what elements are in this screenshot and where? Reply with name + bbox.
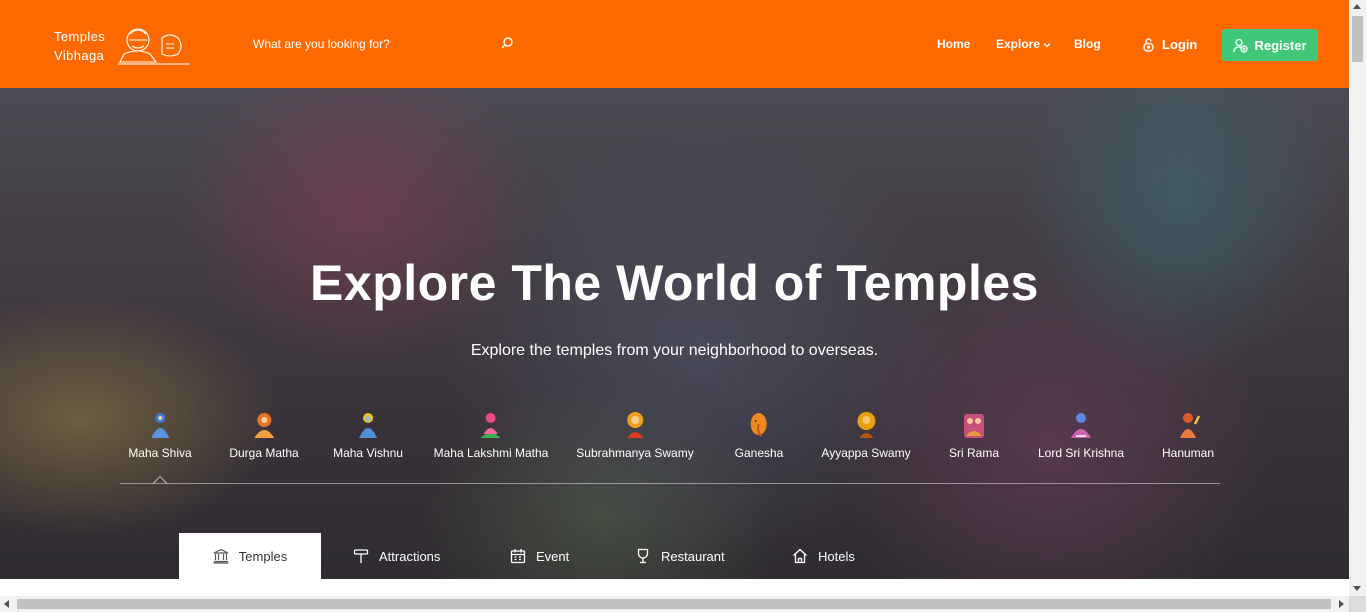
content-area (0, 579, 1349, 596)
hero-banner: Explore The World of Temples Explore the… (0, 88, 1349, 579)
scroll-down-icon[interactable] (1353, 586, 1361, 591)
scrollbar-corner (1349, 596, 1366, 612)
tab-label: Attractions (379, 548, 441, 564)
horizontal-scroll-thumb[interactable] (17, 599, 1331, 609)
login-link[interactable]: Login (1142, 37, 1197, 52)
deity-item[interactable]: Ganesha (734, 410, 784, 460)
tab-label: Hotels (818, 548, 855, 564)
scroll-right-icon[interactable] (1339, 600, 1344, 608)
glass-icon (637, 548, 649, 564)
ayyappa-icon (857, 412, 875, 438)
deity-label: Maha Vishnu (333, 446, 403, 460)
vertical-scrollbar[interactable] (1349, 0, 1366, 596)
horizontal-scrollbar[interactable] (0, 596, 1349, 612)
chevron-down-icon (1043, 42, 1051, 48)
hero-title: Explore The World of Temples (310, 255, 1039, 311)
deity-category-list: Maha Shiva Durga Matha Maha Vishnu Maha … (0, 410, 1349, 470)
register-button[interactable]: Register (1222, 29, 1318, 61)
brand-line-1: Temples (54, 29, 106, 44)
durga-icon (254, 413, 274, 438)
deity-label: Durga Matha (229, 446, 299, 460)
deity-item[interactable]: Ayyappa Swamy (821, 410, 911, 460)
active-indicator-caret-icon (153, 476, 167, 484)
page: Temples Vibhaga Home Explore Blog (0, 0, 1349, 596)
site-header: Temples Vibhaga Home Explore Blog (0, 0, 1349, 88)
scroll-up-icon[interactable] (1353, 4, 1361, 9)
deity-item[interactable]: Subrahmanya Swamy (576, 410, 694, 460)
tab-label: Temples (238, 548, 288, 564)
nav-blog-link[interactable]: Blog (1074, 37, 1101, 51)
hanuman-icon (1180, 413, 1201, 438)
register-label: Register (1254, 37, 1307, 53)
tab-event[interactable]: Event (510, 533, 569, 579)
tab-label: Event (536, 548, 570, 564)
tab-attractions[interactable]: Attractions (353, 533, 440, 579)
deity-label: Ayyappa Swamy (821, 446, 911, 460)
deity-label: Maha Shiva (128, 446, 192, 460)
vishnu-icon (358, 413, 377, 438)
ganesha-icon (750, 413, 767, 437)
vertical-scroll-thumb[interactable] (1352, 16, 1363, 62)
deity-label: Subrahmanya Swamy (576, 446, 694, 460)
category-divider (120, 483, 1220, 484)
shiva-icon (151, 413, 169, 438)
tab-restaurant[interactable]: Restaurant (635, 533, 725, 579)
scroll-left-icon[interactable] (4, 600, 9, 608)
search-box (253, 34, 513, 54)
brand-logo[interactable]: Temples Vibhaga (54, 27, 105, 65)
deity-label: Maha Lakshmi Matha (433, 446, 549, 460)
deity-item[interactable]: Sri Rama (949, 410, 999, 460)
tab-hotels[interactable]: Hotels (792, 533, 855, 579)
attraction-icon (353, 549, 369, 563)
calendar-icon (510, 549, 526, 564)
deity-item[interactable]: Durga Matha (229, 410, 299, 460)
search-category-tabs: Temples Attractions Event Restaurant Hot… (0, 533, 1349, 579)
brand-line-2: Vibhaga (54, 48, 105, 63)
deity-item[interactable]: Hanuman (1162, 410, 1214, 460)
login-label: Login (1162, 37, 1198, 52)
deity-label: Ganesha (734, 446, 784, 460)
tab-label: Restaurant (661, 548, 725, 564)
deity-label: Sri Rama (948, 446, 1000, 460)
deity-item[interactable]: Maha Shiva (128, 410, 192, 460)
deity-label: Lord Sri Krishna (1037, 446, 1125, 460)
nav-home-link[interactable]: Home (937, 37, 970, 51)
nav-explore-dropdown[interactable]: Explore (996, 37, 1051, 51)
deity-item[interactable]: Maha Vishnu (333, 410, 403, 460)
user-add-icon (1233, 38, 1249, 53)
tab-temples[interactable]: Temples (179, 533, 321, 579)
nav-explore-label: Explore (996, 37, 1041, 51)
deity-item[interactable]: Maha Lakshmi Matha (433, 410, 549, 460)
search-input[interactable] (253, 34, 493, 54)
hero-subtitle: Explore the temples from your neighborho… (470, 342, 879, 359)
krishna-icon (1070, 413, 1091, 438)
lakshmi-icon (480, 413, 501, 438)
home-icon (793, 548, 807, 564)
deity-item[interactable]: Lord Sri Krishna (1038, 410, 1124, 460)
rama-icon (963, 414, 984, 438)
lock-icon (1143, 38, 1154, 52)
lion-logo-icon (118, 28, 190, 65)
search-icon[interactable] (500, 36, 514, 50)
temple-icon (213, 548, 229, 564)
deity-label: Hanuman (1161, 446, 1215, 460)
subrahmanya-icon (626, 412, 643, 438)
